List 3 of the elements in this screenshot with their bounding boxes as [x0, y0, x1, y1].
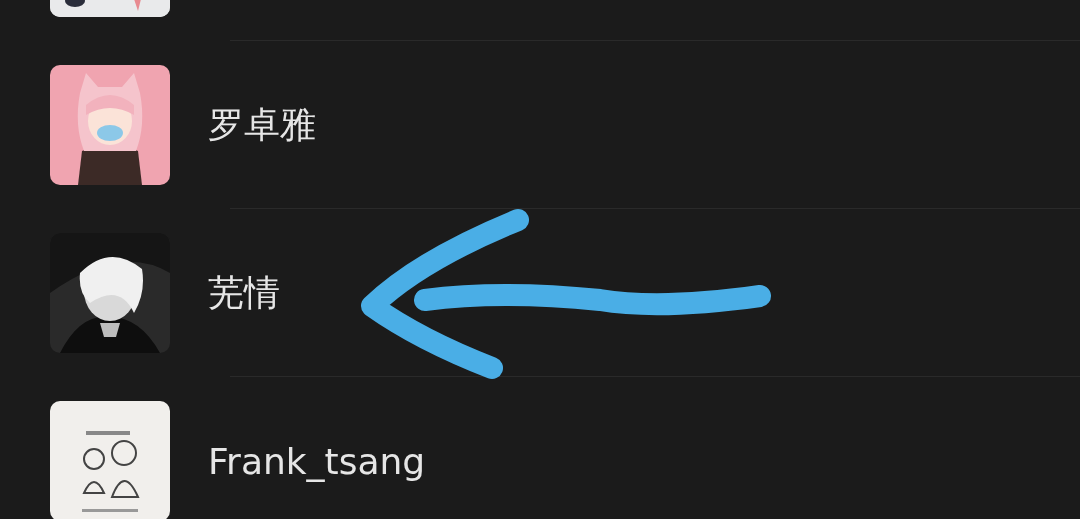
contact-name[interactable]: 芜情 [208, 268, 280, 318]
contact-name[interactable]: 罗卓雅 [208, 100, 316, 150]
contact-name[interactable]: Frank_tsang [208, 440, 426, 482]
